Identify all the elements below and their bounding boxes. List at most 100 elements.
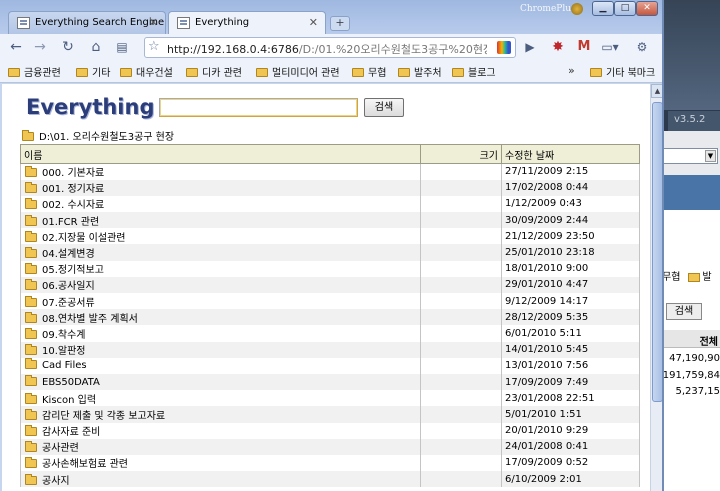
folder-link[interactable]: 공사관련 <box>42 443 79 454</box>
table-row[interactable]: 07.준공서류 9/12/2009 14:17 <box>20 293 640 310</box>
search-input[interactable] <box>159 98 358 117</box>
bookmark-folder-4[interactable]: 디카 관련 <box>186 64 242 79</box>
folder-link[interactable]: 000. 기본자료 <box>42 168 104 179</box>
file-name-cell[interactable]: 공사손해보험료 관련 <box>20 454 421 472</box>
play-icon[interactable]: ▶ <box>520 37 540 57</box>
stop-sign-icon[interactable]: ✸ <box>548 37 568 57</box>
file-name-cell[interactable]: Kiscon 입력 <box>20 390 421 407</box>
file-name-cell[interactable]: 000. 기본자료 <box>20 163 421 180</box>
table-row[interactable]: 002. 수시자료 1/12/2009 0:43 <box>20 195 640 213</box>
everything-logo[interactable]: Everything <box>26 95 155 119</box>
bookmark-folder-7[interactable]: 발주처 <box>398 64 442 79</box>
column-header-date[interactable]: 수정한 날짜 <box>501 144 640 164</box>
file-name-cell[interactable]: 002. 수시자료 <box>20 195 421 213</box>
table-row[interactable]: Kiscon 입력 23/01/2008 22:51 <box>20 390 640 407</box>
page-options-icon[interactable]: ▭▾ <box>600 37 620 57</box>
vertical-scrollbar[interactable]: ▲ <box>650 84 662 491</box>
bookmark-folder-1[interactable]: 금융관련 <box>8 64 61 79</box>
back-button[interactable]: ← <box>6 37 26 57</box>
address-bar[interactable]: ☆ http://192.168.0.4:6786/D:/01.%20오리수원철… <box>144 37 516 58</box>
table-row[interactable]: 08.연차별 발주 계획서 28/12/2009 5:35 <box>20 309 640 326</box>
table-row[interactable]: 공사지 6/10/2009 2:01 <box>20 471 640 488</box>
forward-button[interactable]: → <box>30 37 50 57</box>
table-row[interactable]: 공사관련 24/01/2008 0:41 <box>20 438 640 455</box>
table-row[interactable]: 04.설계변경 25/01/2010 23:18 <box>20 244 640 261</box>
file-name-cell[interactable]: 05.정기적보고 <box>20 260 421 277</box>
table-row[interactable]: 09.착수계 6/01/2010 5:11 <box>20 325 640 342</box>
bookmark-folder-8[interactable]: 블로그 <box>452 64 496 79</box>
folder-link[interactable]: 08.연차별 발주 계획서 <box>42 314 138 325</box>
folder-link[interactable]: 02.지장물 이설관련 <box>42 233 125 244</box>
file-name-cell[interactable]: 001. 정기자료 <box>20 179 421 196</box>
bg-search-button[interactable]: 검색 <box>666 303 702 320</box>
maximize-button[interactable]: □ <box>614 1 636 16</box>
minimize-button[interactable]: ▁ <box>592 1 614 16</box>
search-button[interactable]: 검색 <box>364 98 404 117</box>
file-name-cell[interactable]: 04.설계변경 <box>20 244 421 261</box>
column-header-name[interactable]: 이름 <box>20 144 421 164</box>
bg-bookmark-2[interactable]: 발 <box>702 272 711 283</box>
close-window-button[interactable]: ✕ <box>636 1 658 16</box>
folder-link[interactable]: 감사자료 준비 <box>42 427 100 438</box>
bookmark-folder-5[interactable]: 멀티미디어 관련 <box>256 64 340 79</box>
bookmark-folder-3[interactable]: 대우건설 <box>120 64 173 79</box>
table-row[interactable]: 감사자료 준비 20/01/2010 9:29 <box>20 422 640 439</box>
table-row[interactable]: 001. 정기자료 17/02/2008 0:44 <box>20 179 640 196</box>
file-name-cell[interactable]: 06.공사일지 <box>20 276 421 293</box>
table-row[interactable]: 05.정기적보고 18/01/2010 9:00 <box>20 260 640 277</box>
bg-dropdown[interactable]: ▼ <box>662 148 718 164</box>
table-row[interactable]: 01.FCR 관련 30/09/2009 2:44 <box>20 212 640 229</box>
extension-icon[interactable] <box>497 41 511 54</box>
table-row[interactable]: 000. 기본자료 27/11/2009 2:15 <box>20 163 640 180</box>
table-row[interactable]: 02.지장물 이설관련 21/12/2009 23:50 <box>20 228 640 245</box>
bg-bookmark-1[interactable]: 무협 <box>662 272 680 283</box>
wrench-icon[interactable]: ⚙ <box>632 37 652 57</box>
bookmark-folder-6[interactable]: 무협 <box>352 64 386 79</box>
folder-link[interactable]: 07.준공서류 <box>42 298 95 309</box>
scroll-up-arrow-icon[interactable]: ▲ <box>651 84 662 98</box>
table-row[interactable]: 공사손해보험료 관련 17/09/2009 0:52 <box>20 454 640 472</box>
folder-link[interactable]: EBS50DATA <box>42 377 100 388</box>
url-text[interactable]: http://192.168.0.4:6786/D:/01.%20오리수원철도3… <box>167 41 487 57</box>
folder-link[interactable]: 공사지 <box>42 476 70 487</box>
gmail-icon[interactable]: M <box>574 37 594 57</box>
file-name-cell[interactable]: 10.알판정 <box>20 341 421 358</box>
reload-button[interactable]: ↻ <box>58 37 78 57</box>
folder-link[interactable]: 002. 수시자료 <box>42 200 104 211</box>
table-row[interactable]: 감리단 제출 및 각종 보고자료 5/01/2010 1:51 <box>20 406 640 423</box>
folder-link[interactable]: 09.착수계 <box>42 330 86 341</box>
table-row[interactable]: Cad Files 13/01/2010 7:56 <box>20 357 640 374</box>
new-tab-button[interactable]: + <box>330 16 350 31</box>
file-name-cell[interactable]: 01.FCR 관련 <box>20 212 421 229</box>
file-name-cell[interactable]: 감사자료 준비 <box>20 422 421 439</box>
file-name-cell[interactable]: Cad Files <box>20 357 421 374</box>
file-name-cell[interactable]: 09.착수계 <box>20 325 421 342</box>
folder-link[interactable]: Cad Files <box>42 360 87 371</box>
folder-link[interactable]: Kiscon 입력 <box>42 395 96 406</box>
file-name-cell[interactable]: 08.연차별 발주 계획서 <box>20 309 421 326</box>
column-header-size[interactable]: 크기 <box>420 144 502 164</box>
file-name-cell[interactable]: 07.준공서류 <box>20 293 421 310</box>
bg-column-header[interactable]: 전체 <box>664 330 720 348</box>
bookmark-star-icon[interactable]: ☆ <box>148 39 160 54</box>
tab-everything[interactable]: Everything ✕ <box>168 11 326 34</box>
folder-link[interactable]: 공사손해보험료 관련 <box>42 459 128 470</box>
folder-link[interactable]: 감리단 제출 및 각종 보고자료 <box>42 411 165 422</box>
folder-link[interactable]: 10.알판정 <box>42 346 86 357</box>
bookmarks-overflow-chevron[interactable]: » <box>568 64 575 77</box>
folder-link[interactable]: 001. 정기자료 <box>42 184 104 195</box>
close-icon[interactable]: ✕ <box>309 16 318 29</box>
file-name-cell[interactable]: EBS50DATA <box>20 373 421 391</box>
home-button[interactable]: ⌂ <box>86 37 106 57</box>
scrollbar-thumb[interactable] <box>652 102 662 402</box>
folder-link[interactable]: 04.설계변경 <box>42 249 95 260</box>
file-name-cell[interactable]: 02.지장물 이설관련 <box>20 228 421 245</box>
table-row[interactable]: EBS50DATA 17/09/2009 7:49 <box>20 373 640 391</box>
table-row[interactable]: 10.알판정 14/01/2010 5:45 <box>20 341 640 358</box>
file-name-cell[interactable]: 공사지 <box>20 471 421 488</box>
profile-icon[interactable] <box>571 3 583 15</box>
folder-link[interactable]: 06.공사일지 <box>42 281 95 292</box>
bookmark-folder-2[interactable]: 기타 <box>76 64 110 79</box>
other-bookmarks[interactable]: 기타 북마크 <box>590 64 655 79</box>
folder-link[interactable]: 01.FCR 관련 <box>42 217 99 228</box>
